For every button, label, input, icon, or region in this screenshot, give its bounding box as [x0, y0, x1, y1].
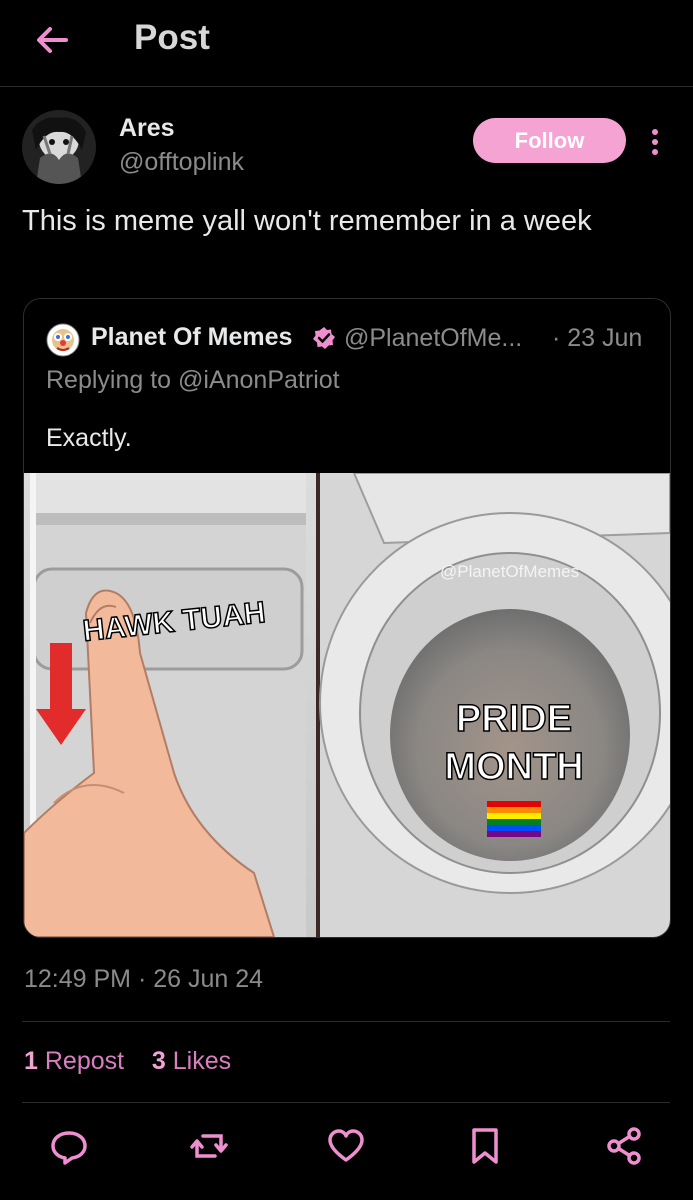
- repost-count[interactable]: 1: [24, 1047, 38, 1075]
- watermark: @PlanetOfMemes: [440, 562, 579, 581]
- right-caption-line2: MONTH: [444, 746, 583, 788]
- top-bar: Post: [0, 0, 693, 87]
- right-caption-line1: PRIDE: [456, 698, 572, 740]
- post-timestamp: 12:49 PM · 26 Jun 24: [24, 965, 264, 993]
- meme-image[interactable]: HAWK TUAH @PlanetOfMemes PRIDE MONTH: [24, 472, 670, 937]
- bookmark-icon[interactable]: [465, 1126, 505, 1166]
- rainbow-flag-icon: [487, 801, 541, 837]
- quoted-post[interactable]: Planet Of Memes @PlanetOfMe... · 23 Jun …: [23, 298, 671, 938]
- repost-label[interactable]: Repost: [45, 1047, 124, 1075]
- reply-icon[interactable]: [49, 1126, 89, 1166]
- quote-text: Exactly.: [46, 424, 132, 452]
- divider: [22, 1102, 670, 1103]
- quote-replying-to: Replying to @iAnonPatriot: [46, 366, 340, 394]
- likes-label[interactable]: Likes: [173, 1047, 231, 1075]
- avatar[interactable]: [22, 110, 96, 184]
- author-name[interactable]: Ares: [119, 114, 175, 143]
- page-title: Post: [134, 18, 210, 57]
- quote-date: · 23 Jun: [552, 324, 643, 352]
- back-arrow-icon[interactable]: [32, 20, 72, 60]
- engagement-stats: 1 Repost 3 Likes: [24, 1047, 231, 1076]
- author-handle[interactable]: @offtoplink: [119, 148, 244, 177]
- follow-button[interactable]: Follow: [473, 118, 626, 163]
- post-text: This is meme yall won't remember in a we…: [22, 205, 592, 237]
- quote-author-name: Planet Of Memes: [91, 323, 293, 351]
- verified-badge-icon: [312, 326, 336, 350]
- share-icon[interactable]: [604, 1126, 644, 1166]
- more-vertical-icon[interactable]: [647, 128, 663, 158]
- divider: [22, 1021, 670, 1022]
- quote-avatar: [46, 323, 80, 357]
- author-row: Ares @offtoplink Follow: [22, 110, 672, 190]
- like-icon[interactable]: [326, 1126, 366, 1166]
- repost-icon[interactable]: [189, 1126, 229, 1166]
- likes-count[interactable]: 3: [152, 1047, 166, 1075]
- quote-author-handle: @PlanetOfMe...: [344, 324, 523, 352]
